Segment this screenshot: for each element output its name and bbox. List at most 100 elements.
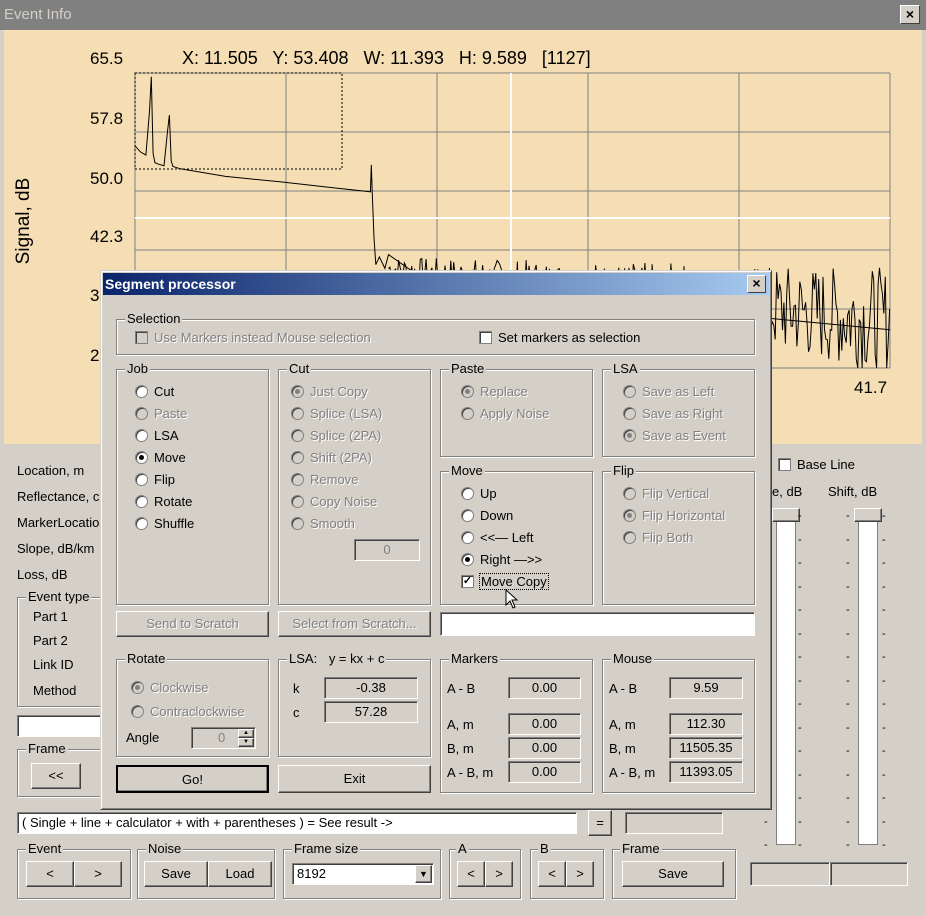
chevron-down-icon[interactable]: ▼	[415, 865, 432, 883]
send-to-scratch-button[interactable]: Send to Scratch	[116, 611, 269, 637]
flip-horizontal-radio[interactable]	[623, 509, 636, 522]
set-markers-checkbox[interactable]	[479, 331, 492, 344]
event-type-label: Event type	[26, 589, 92, 604]
event-text-field[interactable]	[17, 715, 103, 737]
dialog-close-button[interactable]: ×	[747, 275, 766, 293]
shift-slider-thumb[interactable]	[854, 508, 882, 522]
cut-smooth-radio[interactable]	[291, 517, 304, 530]
lsa-event-radio[interactable]	[623, 429, 636, 442]
angle-up-icon[interactable]: ▲	[238, 729, 254, 738]
go-button[interactable]: Go!	[116, 765, 269, 793]
b-prev-button[interactable]: <	[538, 861, 566, 887]
scratch-name-field[interactable]	[440, 612, 755, 636]
move-right-radio[interactable]	[461, 553, 474, 566]
slider-tick-mark: -	[846, 698, 850, 710]
equals-button[interactable]: =	[588, 810, 612, 836]
use-markers-checkbox[interactable]	[135, 331, 148, 344]
a-next-button[interactable]: >	[485, 861, 513, 887]
mouse-cursor-icon	[505, 589, 519, 609]
calculator-input[interactable]: ( Single + line + calculator + with + pa…	[17, 812, 577, 834]
smooth-value-field[interactable]: 0	[354, 539, 420, 561]
cut-copy-noise-radio[interactable]	[291, 495, 304, 508]
job-label: Job	[125, 361, 150, 376]
level-slider-track[interactable]	[776, 515, 796, 845]
move-down-radio[interactable]	[461, 509, 474, 522]
lsa-left-radio[interactable]	[623, 385, 636, 398]
slider-tick-mark: -	[882, 839, 886, 851]
flip-vertical-radio[interactable]	[623, 487, 636, 500]
move-left-radio[interactable]	[461, 531, 474, 544]
level-slider-thumb[interactable]	[772, 508, 800, 522]
slider-tick-mark: -	[798, 604, 802, 616]
job-paste-label: Paste	[154, 406, 188, 421]
rotate-counter-label: Contraclockwise	[150, 704, 245, 719]
cut-splice-lsa-radio[interactable]	[291, 407, 304, 420]
slider-tick-mark: -	[846, 721, 850, 734]
slider-tick-mark: -	[798, 627, 802, 640]
window-close-button[interactable]: ×	[900, 5, 920, 24]
move-up-radio[interactable]	[461, 487, 474, 500]
lsa-right-radio[interactable]	[623, 407, 636, 420]
window-title-bar: Event Info	[0, 0, 926, 30]
frame-save-button[interactable]: Save	[622, 861, 724, 887]
y-tick-label: 2	[90, 346, 100, 365]
job-flip-radio[interactable]	[135, 473, 148, 486]
job-lsa-radio[interactable]	[135, 429, 148, 442]
slider-tick-mark: -	[882, 768, 886, 781]
mouse-abm-label: A - B, m	[609, 765, 656, 780]
rotate-counter-radio[interactable]	[131, 705, 144, 718]
cut-just-copy-radio[interactable]	[291, 385, 304, 398]
frame-size-select[interactable]: 8192 ▼	[292, 863, 434, 885]
move-copy-checkbox[interactable]: ✓	[461, 575, 474, 588]
event-next-button[interactable]: >	[74, 861, 122, 887]
shift-slider-track[interactable]	[858, 515, 878, 845]
flip-both-radio[interactable]	[623, 531, 636, 544]
slider-tick-mark: -	[846, 533, 850, 546]
slider-tick-mark: -	[846, 651, 850, 663]
paste-replace-radio[interactable]	[461, 385, 474, 398]
base-line-checkbox[interactable]	[778, 458, 791, 471]
shift-label: Shift, dB	[828, 484, 878, 499]
mouse-label: Mouse	[611, 651, 655, 666]
noise-group-label: Noise	[146, 841, 184, 856]
job-rotate-radio[interactable]	[135, 495, 148, 508]
y-tick-label: 50.0	[90, 169, 124, 188]
flip-both-label: Flip Both	[642, 530, 694, 545]
exit-button[interactable]: Exit	[278, 765, 431, 793]
cut-shift-2pa-radio[interactable]	[291, 451, 304, 464]
link-id-label: Link ID	[33, 657, 74, 672]
cut-remove-label: Remove	[310, 472, 359, 487]
noise-save-button[interactable]: Save	[144, 861, 208, 887]
slider-tick-mark: -	[798, 839, 802, 851]
slider-tick-mark: -	[882, 792, 886, 804]
rotate-clockwise-radio[interactable]	[131, 681, 144, 694]
frame-prev-button[interactable]: <<	[31, 763, 81, 789]
cut-splice-2pa-radio[interactable]	[291, 429, 304, 442]
segment-processor-dialog: Segment processor × Selection Use Marker…	[100, 270, 772, 810]
slider-tick-mark: -	[798, 698, 802, 710]
b-next-button[interactable]: >	[566, 861, 594, 887]
cut-splice-2pa-label: Splice (2PA)	[310, 428, 382, 443]
rotate-clockwise-label: Clockwise	[150, 680, 209, 695]
markers-b-field: 0.00	[508, 737, 581, 759]
job-move-radio[interactable]	[135, 451, 148, 464]
c-value-field: 57.28	[324, 701, 418, 723]
slider-tick-mark: -	[846, 604, 850, 616]
frame-group-label: Frame	[620, 841, 662, 856]
a-prev-button[interactable]: <	[457, 861, 485, 887]
y-tick-label: 3	[90, 286, 100, 305]
job-cut-radio[interactable]	[135, 385, 148, 398]
select-from-scratch-button[interactable]: Select from Scratch...	[278, 611, 431, 637]
slider-tick-mark: -	[882, 533, 886, 546]
frame-size-label: Frame size	[292, 841, 361, 856]
selection-rectangle	[134, 72, 343, 170]
angle-down-icon[interactable]: ▼	[238, 738, 254, 747]
job-paste-radio[interactable]	[135, 407, 148, 420]
job-shuffle-radio[interactable]	[135, 517, 148, 530]
paste-apply-noise-radio[interactable]	[461, 407, 474, 420]
cut-splice-lsa-label: Splice (LSA)	[310, 406, 383, 421]
noise-load-button[interactable]: Load	[208, 861, 272, 887]
slider-tick-mark: -	[846, 745, 850, 757]
event-prev-button[interactable]: <	[26, 861, 74, 887]
cut-remove-radio[interactable]	[291, 473, 304, 486]
